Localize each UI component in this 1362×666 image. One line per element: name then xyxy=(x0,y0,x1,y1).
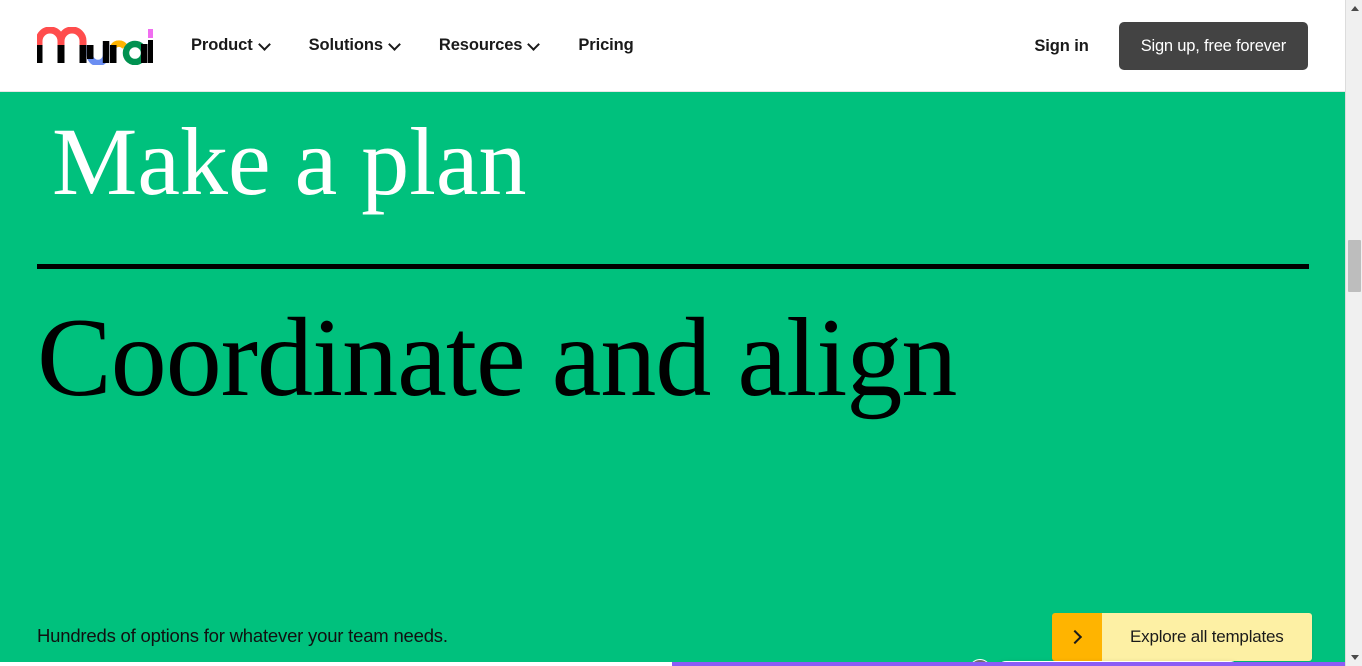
chevron-right-icon xyxy=(1052,613,1102,661)
nav-item-label: Solutions xyxy=(308,36,383,54)
scroll-up-arrow-icon[interactable] xyxy=(1346,0,1362,17)
nav-item-label: Pricing xyxy=(578,36,634,54)
nav-item-pricing[interactable]: Pricing xyxy=(578,36,633,55)
horizontal-scrollbar[interactable] xyxy=(0,662,1345,666)
hero-subtitle: Hundreds of options for whatever your te… xyxy=(37,625,448,646)
scroll-down-arrow-icon[interactable] xyxy=(1346,649,1362,666)
nav-item-solutions[interactable]: Solutions xyxy=(309,36,401,55)
nav-item-resources[interactable]: Resources xyxy=(439,36,540,55)
nav-item-label: Product xyxy=(191,36,253,54)
nav-item-label: Resources xyxy=(438,36,523,54)
vertical-scrollbar[interactable] xyxy=(1345,0,1362,666)
page-title: Coordinate and align xyxy=(37,296,957,420)
hero-divider xyxy=(37,264,1309,269)
site-header: Product Solutions Resources Pricing Sign… xyxy=(0,0,1345,92)
explore-all-templates-button[interactable]: Explore all templates xyxy=(1052,613,1312,661)
vertical-scrollbar-thumb[interactable] xyxy=(1348,240,1361,292)
mural-logo[interactable] xyxy=(35,26,154,66)
page-viewport: Product Solutions Resources Pricing Sign… xyxy=(0,0,1345,662)
chevron-down-icon xyxy=(390,39,401,50)
mural-logo-icon xyxy=(35,26,154,66)
chevron-down-icon xyxy=(260,39,271,50)
explore-button-label: Explore all templates xyxy=(1102,613,1312,661)
primary-nav: Product Solutions Resources Pricing xyxy=(191,36,634,55)
browser-page: Product Solutions Resources Pricing Sign… xyxy=(0,0,1362,666)
header-actions: Sign in Sign up, free forever xyxy=(1034,0,1308,92)
hero-eyebrow: Make a plan xyxy=(52,108,527,215)
nav-item-product[interactable]: Product xyxy=(191,36,271,55)
sign-in-link[interactable]: Sign in xyxy=(1034,37,1088,56)
horizontal-scrollbar-thumb[interactable] xyxy=(672,662,1345,666)
chevron-down-icon xyxy=(529,39,540,50)
sign-up-button[interactable]: Sign up, free forever xyxy=(1118,22,1308,70)
hero-section: Make a plan Coordinate and align Hundred… xyxy=(0,92,1345,662)
